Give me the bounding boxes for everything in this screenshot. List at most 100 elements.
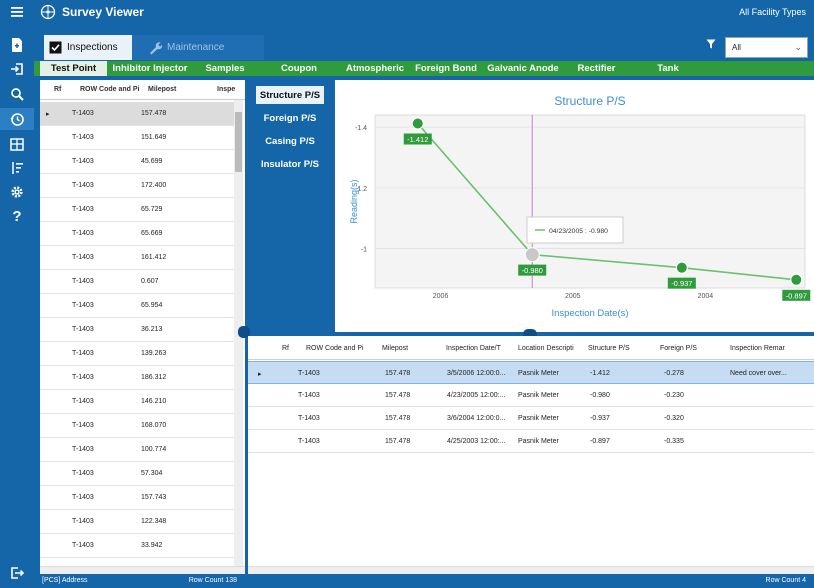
col-inspection[interactable]: Inspe <box>217 86 235 93</box>
table-row[interactable]: T-1403 139.263 <box>40 342 236 366</box>
cell-location: Pasnik Meter <box>518 438 559 445</box>
table-row[interactable]: ▸ T-1403 157.478 3/5/2006 12:00:0... Pasnik … <box>248 361 814 384</box>
category-inhibitor-injector[interactable]: Inhibitor Injector <box>107 61 193 76</box>
survey-viewer-app: ? Survey Viewer All Facility Types Inspe… <box>0 0 814 588</box>
reading-tab-structure-p-s[interactable]: Structure P/S <box>256 86 324 104</box>
new-document-icon[interactable] <box>0 34 34 56</box>
table-row[interactable]: T-1403 161.412 <box>40 246 236 270</box>
cell-row-code: T-1403 <box>72 470 94 477</box>
category-galvanic-anode[interactable]: Galvanic Anode <box>483 61 563 76</box>
cell-row-code: T-1403 <box>72 350 94 357</box>
x-tick-label: 2005 <box>565 293 581 300</box>
category-rectifier[interactable]: Rectifier <box>563 61 630 76</box>
reading-tab-foreign-p-s[interactable]: Foreign P/S <box>256 109 324 127</box>
tab-inspections-label: Inspections <box>67 42 118 53</box>
sort-icon[interactable] <box>0 157 34 179</box>
category-tab-row: Test Point Inhibitor Injector Samples Co… <box>34 61 814 76</box>
col-milepost[interactable]: Milepost <box>382 345 408 352</box>
col-location[interactable]: Location Descripti <box>518 345 574 352</box>
table-row[interactable]: ▸ T-1403 157.478 <box>40 102 236 126</box>
category-foreign-bond[interactable]: Foreign Bond <box>409 61 483 76</box>
detail-row-count: Row Count 4 <box>765 577 806 584</box>
chart-title: Structure P/S <box>554 94 625 108</box>
category-tank[interactable]: Tank <box>630 61 706 76</box>
cell-milepost: 139.263 <box>141 350 167 357</box>
tab-inspections[interactable]: Inspections <box>44 35 132 60</box>
data-label: -0.980 <box>522 266 543 275</box>
tooltip-text: 04/23/2005 : -0.980 <box>549 228 608 235</box>
reading-tab-insulator-p-s[interactable]: Insulator P/S <box>256 155 324 173</box>
table-row[interactable]: T-1403 45.699 <box>40 150 236 174</box>
menu-icon[interactable] <box>0 1 34 23</box>
history-icon[interactable] <box>0 108 34 130</box>
col-inspection-date[interactable]: Inspection Date/T <box>446 345 501 352</box>
category-coupon[interactable]: Coupon <box>257 61 341 76</box>
col-rf[interactable]: Rf <box>54 86 61 93</box>
search-icon[interactable] <box>0 83 34 105</box>
table-row[interactable]: T-1403 65.729 <box>40 198 236 222</box>
x-tick-label: 2006 <box>433 293 449 300</box>
cell-row-code: T-1403 <box>72 302 94 309</box>
table-row[interactable]: T-1403 157.478 4/25/2003 12:00:... Pasnik M… <box>248 430 814 453</box>
cell-milepost: 100.774 <box>141 446 167 453</box>
table-row[interactable]: T-1403 0.607 <box>40 270 236 294</box>
filter-icon[interactable] <box>706 39 716 49</box>
table-row[interactable]: T-1403 65.669 <box>40 222 236 246</box>
settings-icon[interactable] <box>0 181 34 203</box>
scroll-thumb[interactable] <box>235 112 242 172</box>
data-point <box>675 261 688 274</box>
table-row[interactable]: T-1403 157.478 3/6/2004 12:00:0... Pasnik M… <box>248 407 814 430</box>
table-row[interactable]: T-1403 33.942 <box>40 534 236 558</box>
data-label: -1.412 <box>407 135 428 144</box>
left-grid-horizontal-scrollbar[interactable] <box>40 566 245 574</box>
help-icon[interactable]: ? <box>0 205 34 227</box>
main-tab-row: Inspections Maintenance All ⌄ <box>34 35 814 60</box>
table-row[interactable]: T-1403 122.348 <box>40 510 236 534</box>
table-row[interactable]: T-1403 100.774 <box>40 438 236 462</box>
category-atmospheric[interactable]: Atmospheric <box>341 61 409 76</box>
category-samples[interactable]: Samples <box>193 61 257 76</box>
tab-maintenance[interactable]: Maintenance <box>132 35 264 60</box>
test-point-grid: Rf ROW Code and Pi Milepost Inspe ▸ T-140… <box>40 80 245 574</box>
cell-foreign: -0.335 <box>664 438 684 445</box>
table-row[interactable]: T-1403 172.400 <box>40 174 236 198</box>
col-row-code[interactable]: ROW Code and Pi <box>306 345 364 352</box>
reading-tab-casing-p-s[interactable]: Casing P/S <box>256 132 324 150</box>
cell-foreign: -0.278 <box>664 370 684 377</box>
table-row[interactable]: T-1403 186.312 <box>40 366 236 390</box>
table-row[interactable]: T-1403 168.070 <box>40 414 236 438</box>
data-label: -0.897 <box>786 291 807 300</box>
facility-type-filter[interactable]: All Facility Types <box>739 7 806 17</box>
detail-grid-horizontal-scrollbar[interactable] <box>248 566 814 574</box>
cell-milepost: 65.729 <box>141 206 163 213</box>
cell-row-code: T-1403 <box>72 134 94 141</box>
table-row[interactable]: T-1403 157.478 4/23/2005 12:00:... Pasnik M… <box>248 384 814 407</box>
x-axis-label: Inspection Date(s) <box>551 308 628 319</box>
table-icon[interactable] <box>0 133 34 155</box>
table-row[interactable]: T-1403 36.213 <box>40 318 236 342</box>
data-point <box>524 247 540 263</box>
col-foreign-ps[interactable]: Foreign P/S <box>660 345 697 352</box>
col-rf[interactable]: Rf <box>282 345 289 352</box>
col-structure-ps[interactable]: Structure P/S <box>588 345 630 352</box>
table-row[interactable]: T-1403 151.649 <box>40 126 236 150</box>
filter-select[interactable]: All ⌄ <box>725 37 808 58</box>
cell-row-code: T-1403 <box>72 494 94 501</box>
y-tick-label: -1.4 <box>355 125 367 132</box>
col-row-code[interactable]: ROW Code and Pi <box>80 86 140 93</box>
cell-milepost: 45.699 <box>141 158 163 165</box>
login-icon[interactable] <box>0 58 34 80</box>
table-row[interactable]: T-1403 65.954 <box>40 294 236 318</box>
cell-date: 3/6/2004 12:00:0... <box>447 415 506 422</box>
logout-icon[interactable] <box>0 562 34 584</box>
table-row[interactable]: T-1403 57.304 <box>40 462 236 486</box>
col-milepost[interactable]: Milepost <box>148 86 176 93</box>
cell-milepost: 157.478 <box>385 415 411 422</box>
col-inspection-remark[interactable]: Inspection Remar <box>730 345 785 352</box>
table-row[interactable]: T-1403 157.743 <box>40 486 236 510</box>
cell-row-code: T-1403 <box>72 398 94 405</box>
table-row[interactable]: T-1403 146.210 <box>40 390 236 414</box>
cell-row-code: T-1403 <box>72 326 94 333</box>
category-test-point[interactable]: Test Point <box>40 61 107 76</box>
filter-select-value: All <box>732 43 741 52</box>
